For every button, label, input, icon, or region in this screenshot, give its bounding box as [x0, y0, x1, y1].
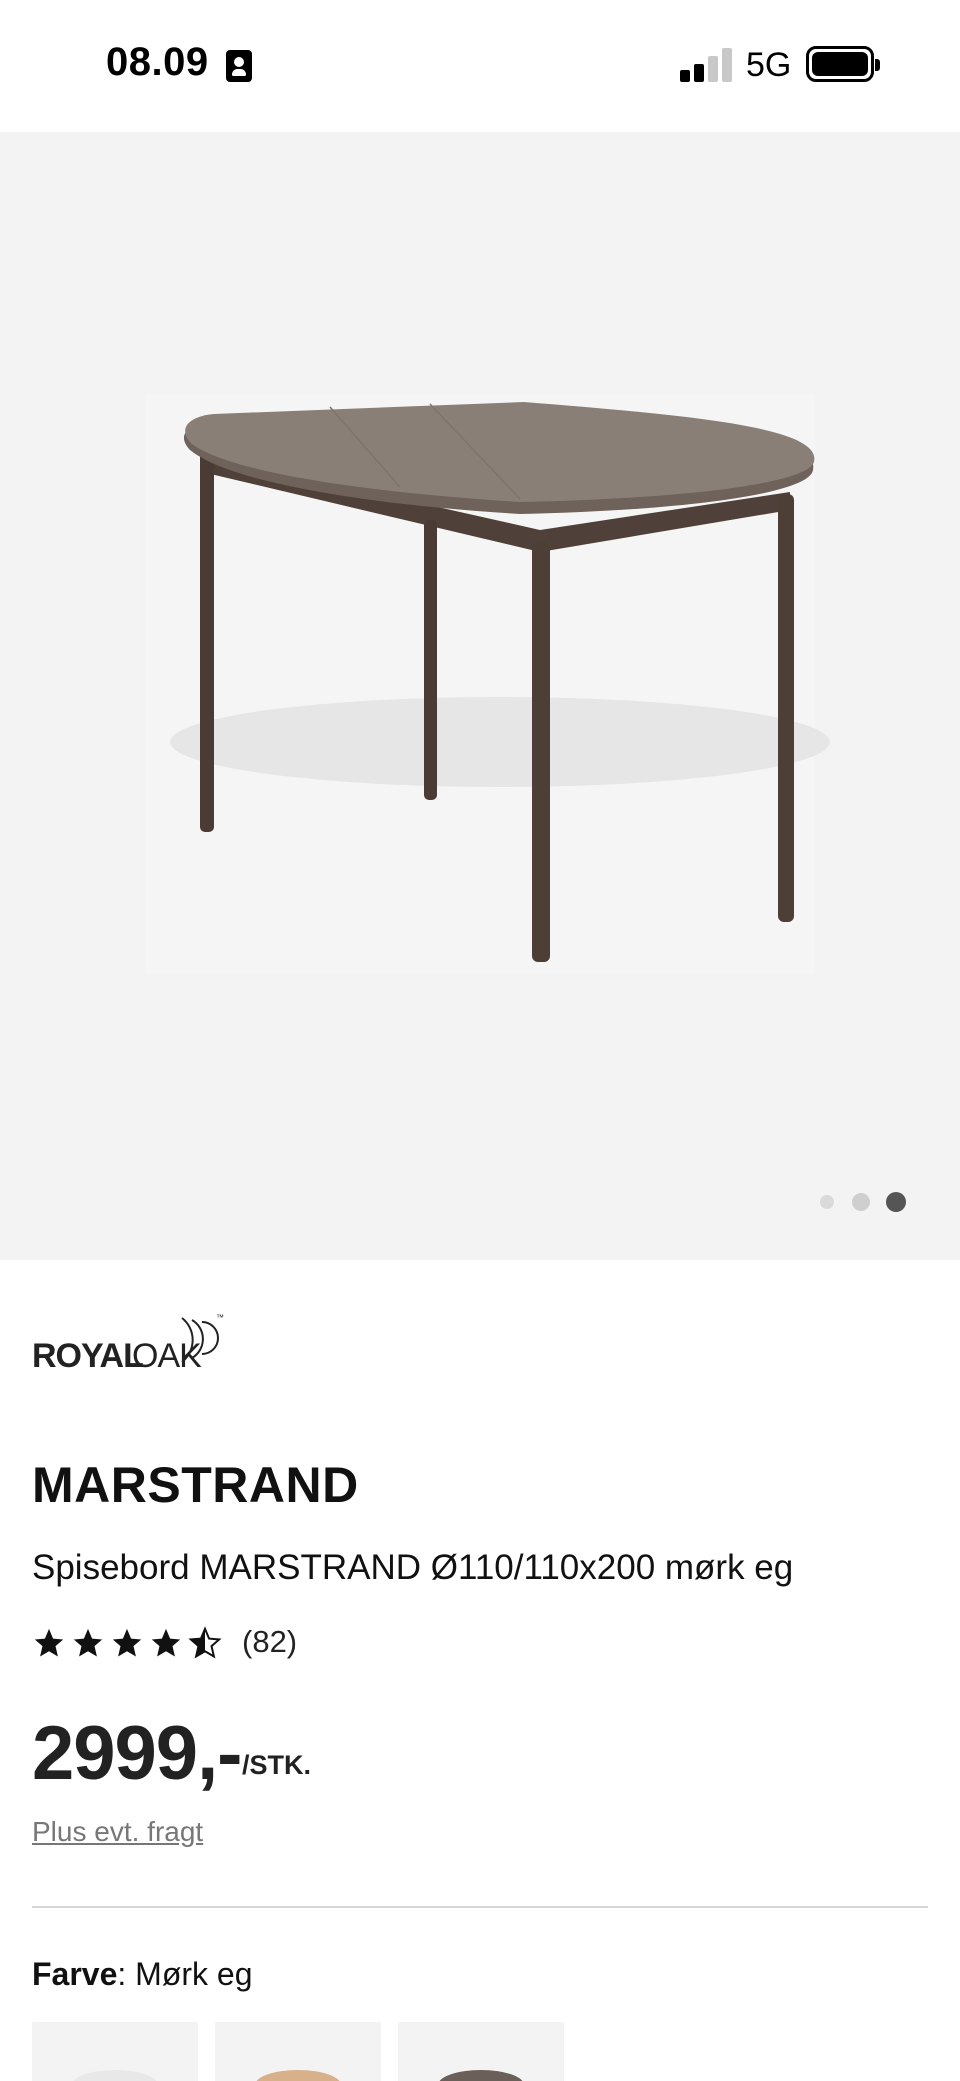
signal-icon [680, 48, 732, 82]
royal-oak-logo: ROYAL OAK ™ [32, 1313, 224, 1375]
price: 2999,- [32, 1711, 242, 1796]
star-half-icon [188, 1626, 222, 1659]
color-label-title: Farve [32, 1956, 118, 1992]
pagination-dot[interactable] [820, 1195, 834, 1209]
color-swatch-dark-oak[interactable] [398, 2022, 564, 2081]
swatch-natural-oak-image [255, 2070, 341, 2081]
star-filled-icon [151, 1628, 181, 1657]
star-filled-icon [112, 1628, 142, 1657]
swatch-dark-oak-image [438, 2070, 524, 2081]
product-image-gallery[interactable] [0, 132, 960, 1260]
gallery-pagination [820, 1190, 910, 1212]
network-type: 5G [746, 46, 792, 84]
rating-count[interactable]: (82) [242, 1624, 297, 1660]
shipping-link[interactable]: Plus evt. fragt [32, 1816, 203, 1848]
price-unit: /STK. [242, 1750, 312, 1780]
color-swatch-natural-oak[interactable] [215, 2022, 381, 2081]
id-card-icon [226, 50, 252, 82]
pagination-dot[interactable] [852, 1193, 870, 1211]
star-filled-icon [73, 1628, 103, 1657]
color-label: Farve: Mørk eg [32, 1956, 253, 1993]
color-swatch-white[interactable] [32, 2022, 198, 2081]
rating[interactable]: (82) [32, 1624, 432, 1664]
dining-table-image [145, 394, 830, 974]
svg-text:ROYAL: ROYAL [32, 1337, 143, 1372]
battery-icon [806, 46, 880, 82]
swatch-white-image [72, 2070, 158, 2081]
status-bar: 08.09 5G [0, 0, 960, 132]
product-title: MARSTRAND [32, 1457, 359, 1513]
divider [32, 1906, 928, 1908]
status-time: 08.09 [106, 40, 209, 84]
color-value: : Mørk eg [117, 1956, 253, 1992]
product-subtitle: Spisebord MARSTRAND Ø110/110x200 mørk eg [32, 1548, 794, 1587]
star-filled-icon [34, 1628, 64, 1657]
svg-text:™: ™ [216, 1313, 224, 1322]
brand-logo[interactable]: ROYAL OAK ™ [32, 1310, 232, 1375]
pagination-dot-active[interactable] [886, 1192, 906, 1212]
